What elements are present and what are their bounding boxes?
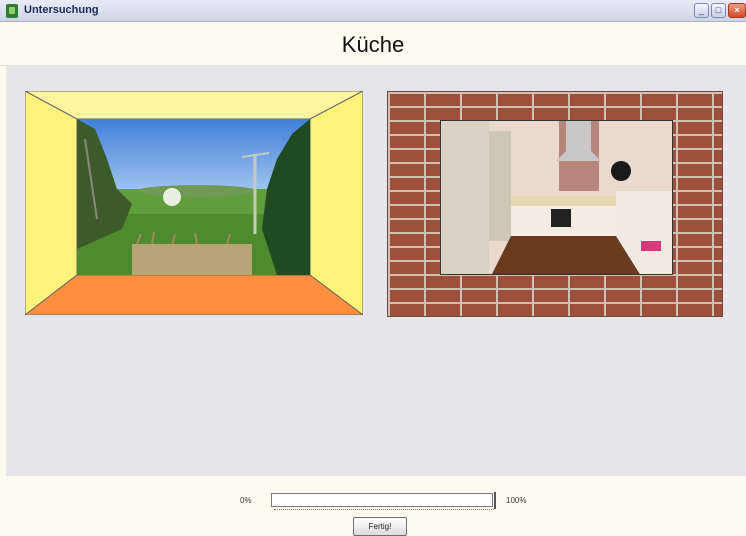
progress-end-tick <box>494 492 496 509</box>
close-button[interactable]: × <box>728 3 746 18</box>
progress-max-label: 100% <box>506 496 527 505</box>
progress-underline <box>274 509 494 511</box>
page-title: Küche <box>341 32 405 57</box>
heading-band: Küche <box>0 22 746 66</box>
landscape-photo <box>77 119 310 275</box>
app-icon <box>6 4 18 18</box>
window-title: Untersuchung <box>24 4 99 16</box>
progress-bar <box>271 493 493 507</box>
kitchen-brick-image[interactable] <box>387 91 723 317</box>
kitchen-photo <box>440 120 673 275</box>
progress-min-label: 0% <box>240 496 252 505</box>
finish-button[interactable]: Fertig! <box>353 517 407 536</box>
room-window-image[interactable] <box>25 91 363 315</box>
maximize-button[interactable]: □ <box>711 3 726 18</box>
bottom-bar: 0% 100% Fertig! <box>0 476 746 536</box>
window-title-bar[interactable]: Untersuchung _ □ × <box>0 0 746 22</box>
minimize-button[interactable]: _ <box>694 3 709 18</box>
